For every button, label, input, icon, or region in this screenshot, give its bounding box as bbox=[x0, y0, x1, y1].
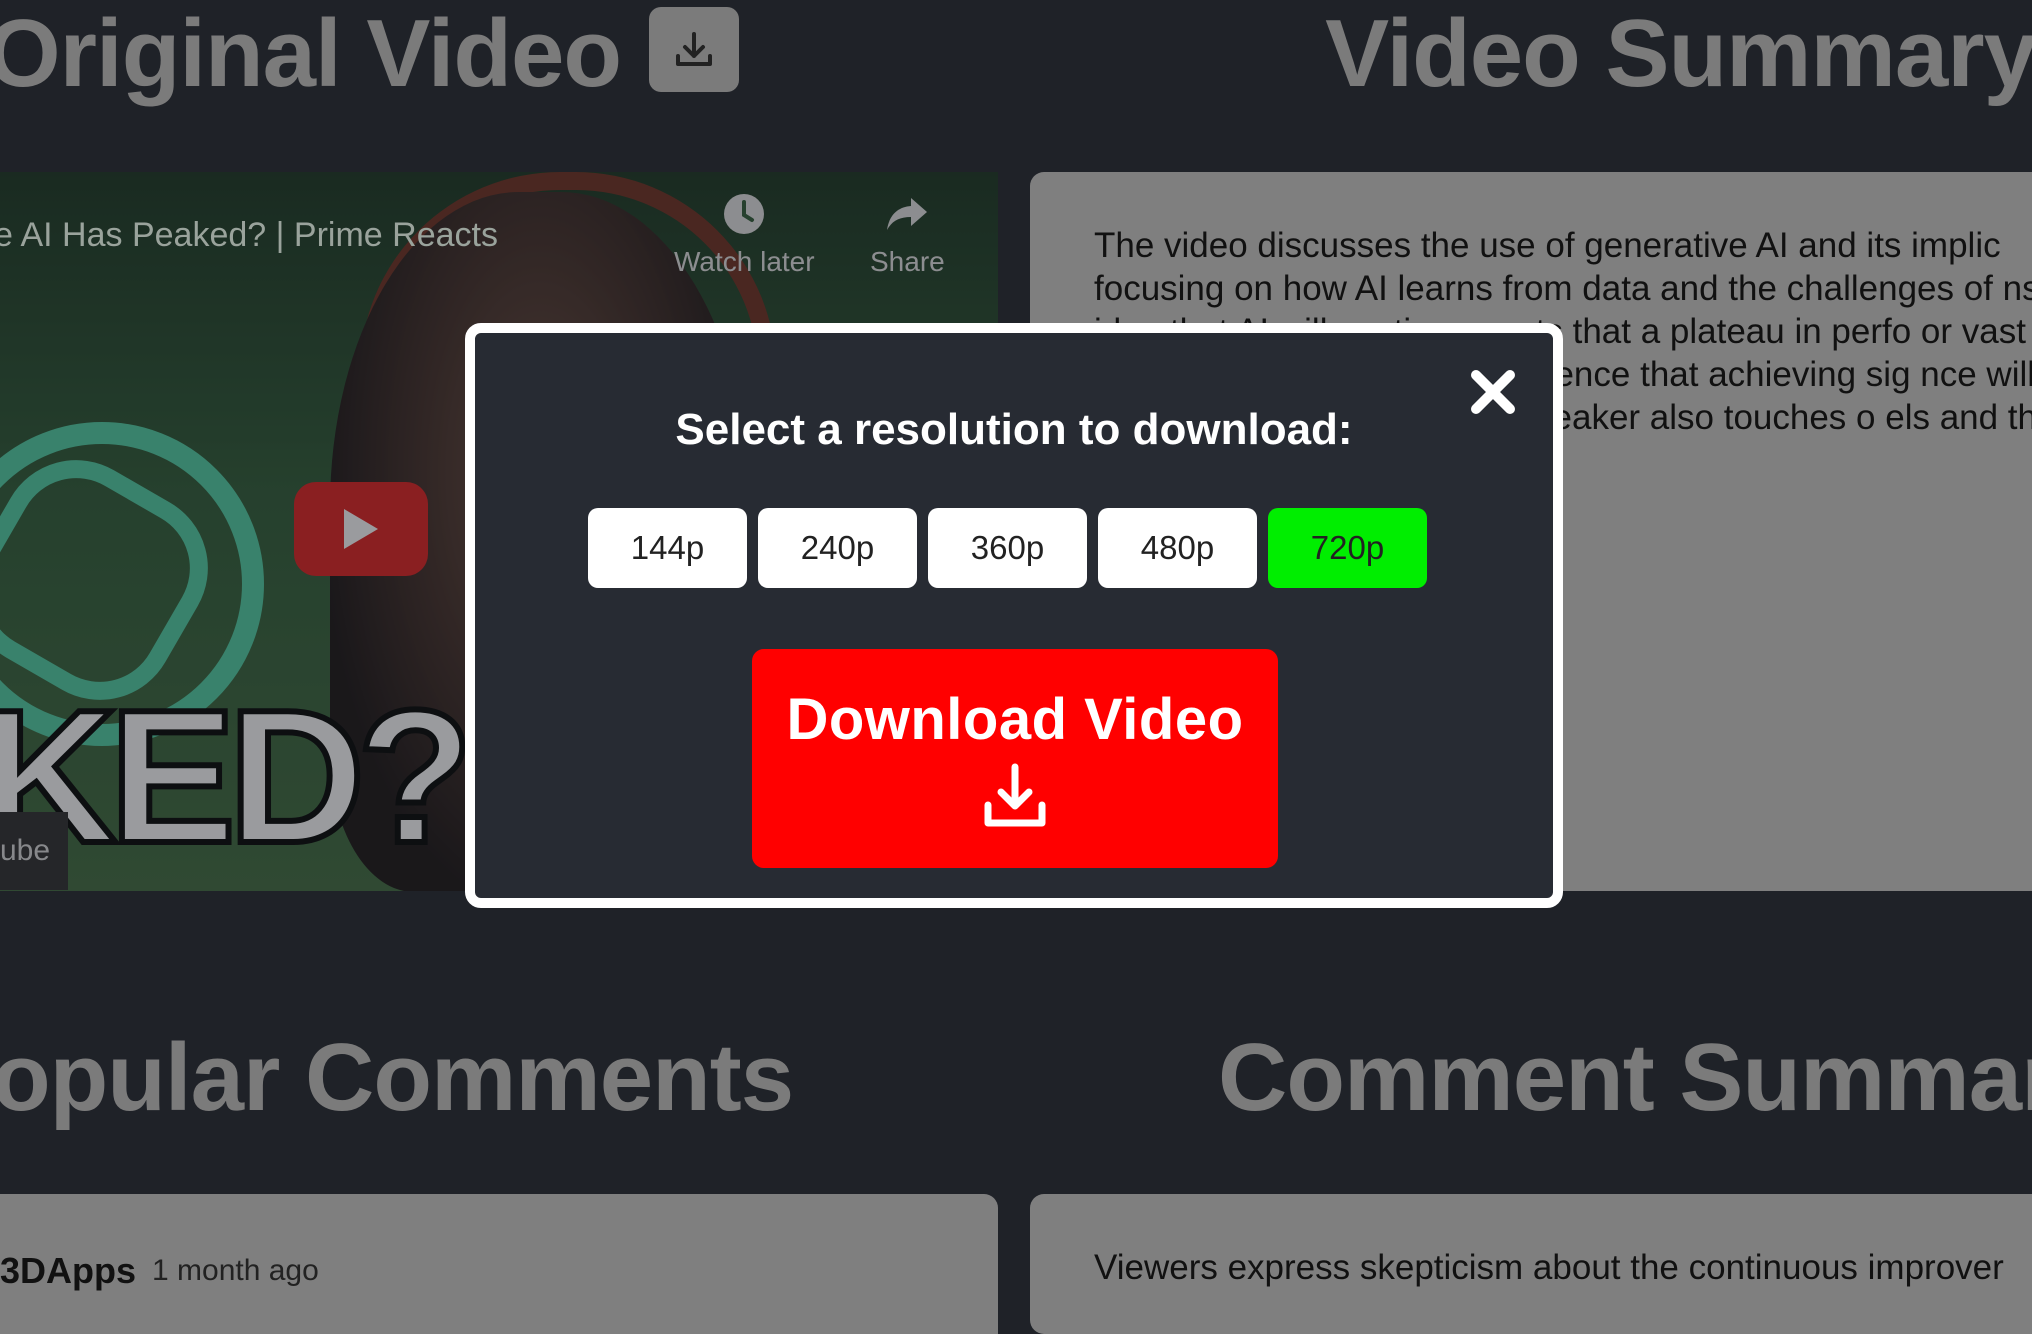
original-video-heading: Original Video bbox=[0, 0, 622, 107]
play-button[interactable] bbox=[294, 482, 428, 576]
watch-later-button[interactable]: Watch later bbox=[674, 192, 815, 278]
comment-timestamp: 1 month ago bbox=[152, 1254, 319, 1287]
resolution-options: 144p 240p 360p 480p 720p bbox=[588, 508, 1427, 588]
popular-comments-panel: 3DApps 1 month ago bbox=[0, 1194, 998, 1334]
resolution-144p-button[interactable]: 144p bbox=[588, 508, 747, 588]
share-icon bbox=[887, 198, 928, 230]
download-video-label: Download Video bbox=[786, 687, 1244, 752]
download-video-button[interactable]: Download Video bbox=[752, 649, 1278, 868]
resolution-480p-button[interactable]: 480p bbox=[1098, 508, 1257, 588]
video-title[interactable]: e AI Has Peaked? | Prime Reacts bbox=[0, 216, 498, 255]
modal-title: Select a resolution to download: bbox=[675, 405, 1353, 454]
resolution-720p-button[interactable]: 720p bbox=[1268, 508, 1427, 588]
youtube-brand[interactable]: ube bbox=[0, 812, 68, 890]
download-icon bbox=[984, 763, 1046, 827]
comment-summary-heading: Comment Summar bbox=[1218, 1024, 2032, 1131]
share-label: Share bbox=[870, 246, 945, 277]
share-button[interactable]: Share bbox=[870, 192, 945, 278]
popular-comments-heading: opular Comments bbox=[0, 1024, 794, 1131]
thumbnail-caption: KED? bbox=[0, 671, 476, 883]
comment-summary-text: Viewers express skepticism about the con… bbox=[1094, 1248, 2004, 1287]
resolution-360p-button[interactable]: 360p bbox=[928, 508, 1087, 588]
download-icon bbox=[676, 31, 712, 66]
resolution-240p-button[interactable]: 240p bbox=[758, 508, 917, 588]
play-icon bbox=[344, 509, 378, 549]
clock-icon bbox=[724, 194, 765, 234]
download-icon-button[interactable] bbox=[649, 7, 739, 92]
resolution-modal: Select a resolution to download: 144p 24… bbox=[465, 323, 1563, 908]
video-summary-heading: Video Summary bbox=[1325, 0, 2032, 107]
watch-later-label: Watch later bbox=[674, 246, 815, 277]
comment-summary-panel: Viewers express skepticism about the con… bbox=[1030, 1194, 2032, 1334]
comment-author[interactable]: 3DApps bbox=[0, 1250, 136, 1292]
